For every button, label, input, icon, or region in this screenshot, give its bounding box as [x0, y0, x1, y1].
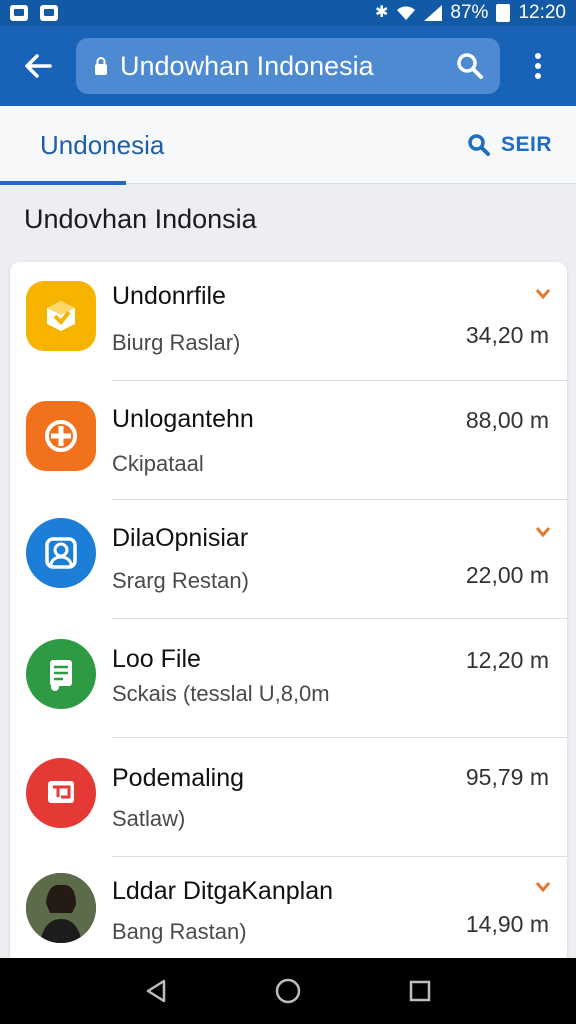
plus-circle-icon — [26, 401, 96, 471]
item-size: 14,90 m — [465, 911, 549, 937]
wifi-icon — [397, 6, 416, 20]
app-bar: Undowhan Indonesia — [0, 26, 576, 106]
battery-percent: 87% — [450, 2, 489, 23]
back-arrow-icon — [25, 54, 52, 78]
nav-home-button[interactable] — [268, 971, 308, 1011]
document-icon — [26, 639, 96, 709]
item-title: Podemaling — [112, 764, 245, 792]
list-item[interactable]: DilaOpnisiar Srarg Restan) 22,00 m — [10, 500, 567, 619]
clock: 12:20 — [518, 2, 566, 23]
item-subtitle: Satlaw) — [112, 806, 186, 831]
tab-active[interactable]: Undonesia — [0, 106, 164, 185]
tab-search-label: SEIR — [500, 133, 552, 156]
item-title: Unlogantehn — [112, 405, 254, 433]
list-item[interactable]: Podemaling Satlaw) 95,79 m — [10, 738, 567, 857]
notification-icon — [10, 5, 28, 21]
item-size: 12,20 m — [465, 647, 549, 673]
tab-search-button[interactable]: SEIR — [467, 106, 552, 184]
notification-icon — [40, 5, 58, 21]
bluetooth-icon: ✱ — [375, 4, 389, 21]
item-size: 88,00 m — [465, 407, 549, 433]
search-input[interactable]: Undowhan Indonesia — [120, 51, 454, 82]
nav-recents-button[interactable] — [400, 971, 440, 1011]
item-subtitle: Sckais (tesslal U,8,0m — [112, 681, 330, 706]
item-title: Undonrfile — [112, 282, 226, 310]
item-subtitle: Bang Rastan) — [112, 919, 247, 944]
list-item[interactable]: Undonrfile Biurg Raslar) 34,20 m — [10, 262, 567, 381]
search-icon — [468, 134, 490, 156]
list-item[interactable]: Loo File Sckais (tesslal U,8,0m 12,20 m — [10, 619, 567, 738]
status-indicators: ✱ 87% 12:20 — [375, 2, 566, 24]
back-button[interactable] — [0, 26, 76, 106]
battery-icon — [496, 4, 511, 22]
status-bar: ✱ 87% 12:20 — [0, 0, 576, 26]
chevron-down-icon[interactable] — [535, 881, 551, 893]
search-icon — [457, 53, 483, 79]
item-subtitle: Srarg Restan) — [112, 568, 249, 593]
more-vert-icon — [535, 53, 541, 79]
nav-back-button[interactable] — [136, 971, 176, 1011]
contact-icon — [26, 518, 96, 588]
item-title: Loo File — [112, 645, 201, 673]
square-recents-icon — [409, 980, 431, 1002]
status-notifications — [10, 5, 58, 21]
list-item[interactable]: Lddar DitgaKanplan Bang Rastan) 14,90 m — [10, 857, 567, 958]
item-size: 95,79 m — [465, 764, 549, 790]
tab-label: Undonesia — [40, 129, 165, 160]
lock-icon — [95, 57, 107, 75]
item-title: DilaOpnisiar — [112, 524, 249, 552]
item-size: 22,00 m — [465, 562, 549, 588]
list-item[interactable]: Unlogantehn Ckipataal 88,00 m — [10, 381, 567, 500]
more-options-button[interactable] — [500, 26, 576, 106]
item-subtitle: Biurg Raslar) — [112, 330, 241, 355]
item-size: 34,20 m — [465, 322, 549, 348]
item-title: Lddar DitgaKanplan — [112, 877, 333, 905]
chevron-down-icon[interactable] — [535, 526, 551, 538]
chat-icon — [26, 758, 96, 828]
chevron-down-icon[interactable] — [535, 288, 551, 300]
item-subtitle: Ckipataal — [112, 451, 204, 476]
search-button[interactable] — [454, 50, 486, 82]
search-bar[interactable]: Undowhan Indonesia — [76, 38, 500, 94]
signal-icon — [424, 5, 443, 21]
package-icon — [26, 281, 96, 351]
tab-bar: Undonesia SEIR — [0, 106, 576, 185]
circle-home-icon — [275, 978, 301, 1004]
tab-indicator — [0, 181, 126, 185]
triangle-back-icon — [146, 979, 166, 1003]
section-title: Undovhan Indonsia — [24, 204, 257, 234]
avatar-photo — [26, 873, 96, 943]
app-list: Undonrfile Biurg Raslar) 34,20 m Unlogan… — [10, 262, 567, 958]
system-nav-bar — [0, 958, 576, 1024]
